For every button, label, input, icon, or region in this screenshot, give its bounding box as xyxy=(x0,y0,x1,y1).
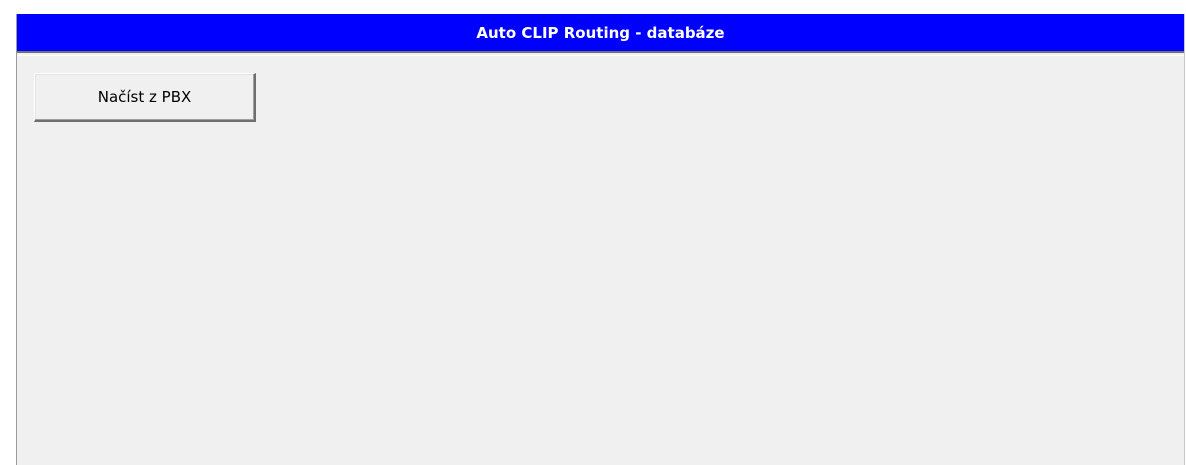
load-from-pbx-button[interactable]: Načíst z PBX xyxy=(34,73,256,122)
panel-title: Auto CLIP Routing - databáze xyxy=(17,14,1184,53)
panel-content: Načíst z PBX xyxy=(17,55,1184,465)
database-panel: Auto CLIP Routing - databáze Načíst z PB… xyxy=(16,14,1185,465)
